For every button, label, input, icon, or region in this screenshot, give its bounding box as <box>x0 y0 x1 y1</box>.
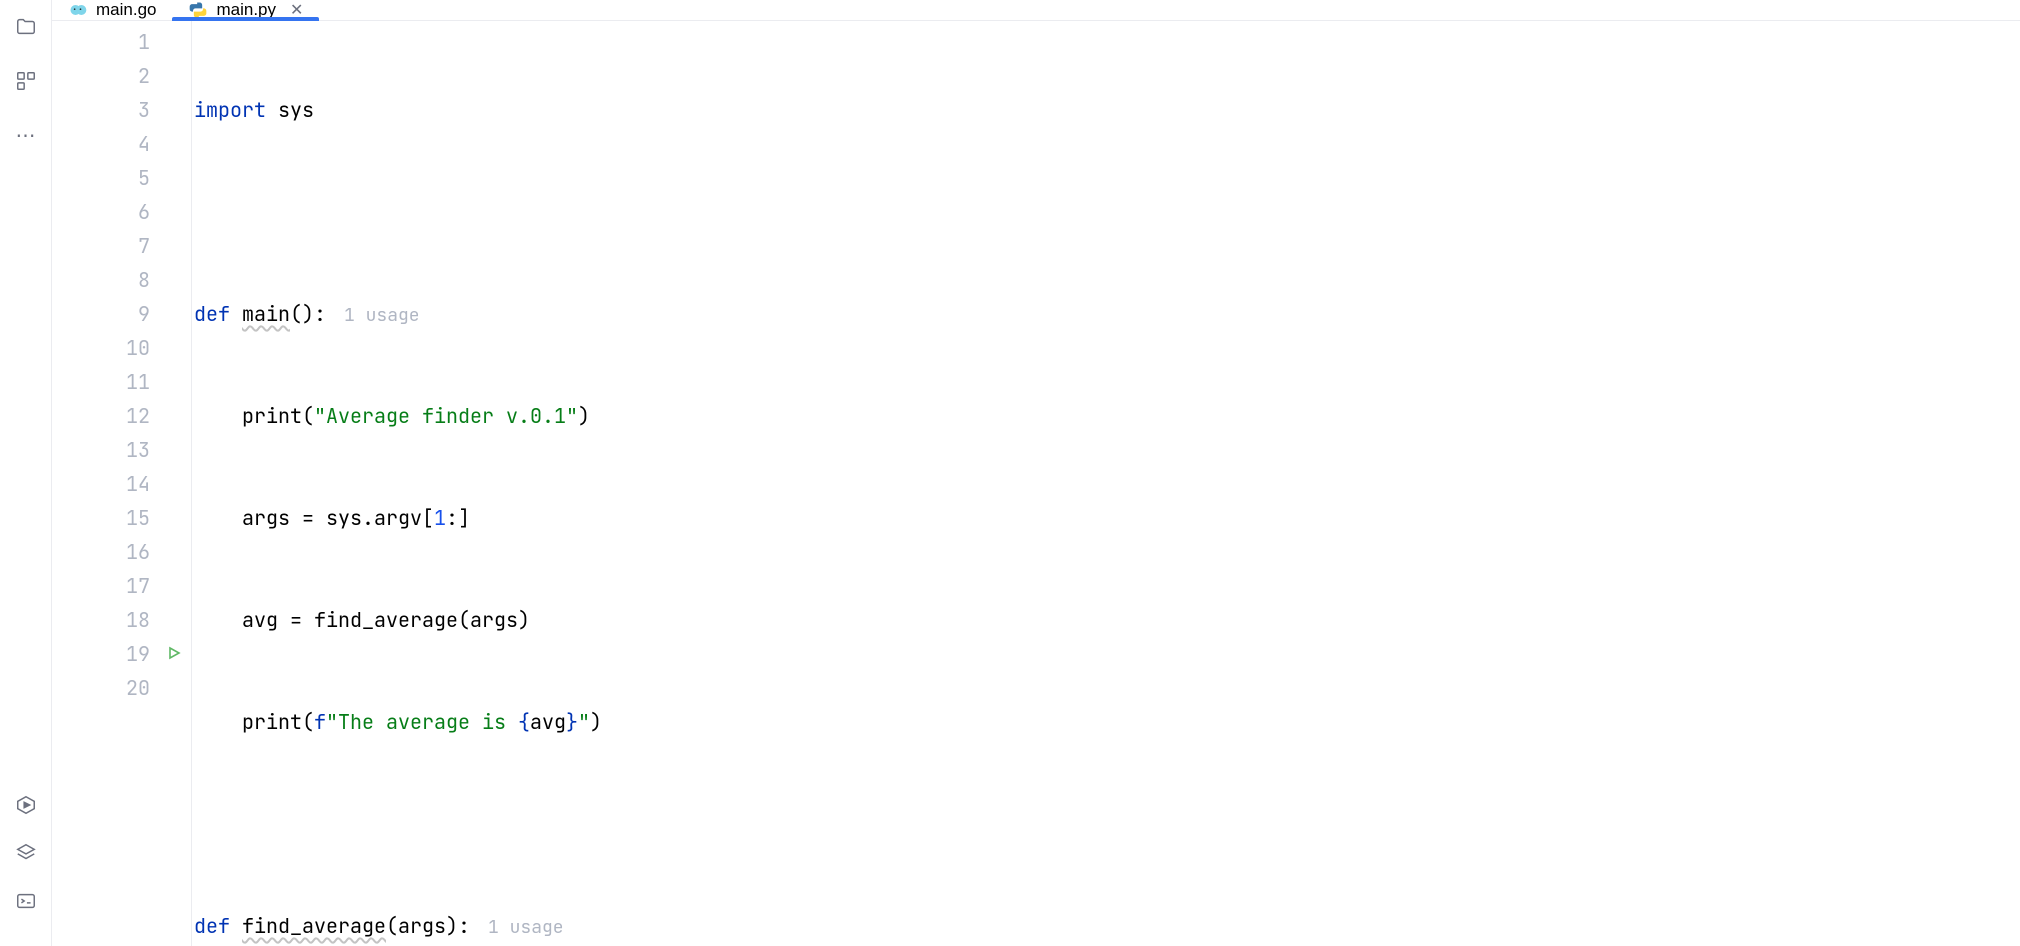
code-area[interactable]: import sys def main():1 usage print("Ave… <box>192 21 2020 946</box>
ide-root: ⋯ main.go <box>0 0 2020 946</box>
tab-main-go[interactable]: main.go <box>52 0 172 20</box>
line-number: 3 <box>52 93 192 127</box>
code-editor[interactable]: 1 2 3 4 5 6 7 8 9 10 11 12 13 14 15 16 1… <box>52 21 2020 946</box>
line-number: 1 <box>52 25 192 59</box>
tab-label: main.py <box>216 0 276 20</box>
line-number: 12 <box>52 399 192 433</box>
structure-icon[interactable] <box>13 68 39 94</box>
python-file-icon <box>188 0 208 20</box>
line-number: 14 <box>52 467 192 501</box>
project-icon[interactable] <box>13 14 39 40</box>
line-number: 19 <box>52 637 192 671</box>
line-number: 4 <box>52 127 192 161</box>
line-number: 11 <box>52 365 192 399</box>
line-number: 18 <box>52 603 192 637</box>
line-number: 20 <box>52 671 192 705</box>
line-number: 13 <box>52 433 192 467</box>
code-line[interactable]: import sys <box>192 93 2020 127</box>
code-line[interactable]: avg = find_average(args) <box>192 603 2020 637</box>
line-number: 17 <box>52 569 192 603</box>
bottom-tool-icons <box>13 792 39 946</box>
terminal-icon[interactable] <box>13 888 39 914</box>
line-number: 5 <box>52 161 192 195</box>
line-number: 15 <box>52 501 192 535</box>
line-number: 16 <box>52 535 192 569</box>
code-line[interactable]: def find_average(args):1 usage <box>192 909 2020 943</box>
line-number: 8 <box>52 263 192 297</box>
tab-label: main.go <box>96 0 156 20</box>
code-line[interactable] <box>192 807 2020 841</box>
line-number: 7 <box>52 229 192 263</box>
close-icon[interactable]: ✕ <box>290 0 303 20</box>
go-file-icon <box>68 0 88 20</box>
run-gutter-icon[interactable] <box>166 637 182 671</box>
services-icon[interactable] <box>13 792 39 818</box>
line-number: 10 <box>52 331 192 365</box>
tab-main-py[interactable]: main.py ✕ <box>172 0 319 20</box>
tool-sidebar: ⋯ <box>0 0 52 946</box>
tab-bar: main.go main.py ✕ <box>52 0 2020 21</box>
code-line[interactable]: args = sys.argv[1:] <box>192 501 2020 535</box>
layers-icon[interactable] <box>13 840 39 866</box>
usage-hint[interactable]: 1 usage <box>488 916 564 939</box>
code-line[interactable]: print("Average finder v.0.1") <box>192 399 2020 433</box>
line-number: 2 <box>52 59 192 93</box>
more-icon[interactable]: ⋯ <box>13 122 39 148</box>
line-number: 6 <box>52 195 192 229</box>
editor-main: main.go main.py ✕ 1 2 3 4 5 6 7 8 9 <box>52 0 2020 946</box>
line-number: 9 <box>52 297 192 331</box>
code-line[interactable]: def main():1 usage <box>192 297 2020 331</box>
line-number-gutter: 1 2 3 4 5 6 7 8 9 10 11 12 13 14 15 16 1… <box>52 21 192 946</box>
code-line[interactable]: print(f"The average is {avg}") <box>192 705 2020 739</box>
usage-hint[interactable]: 1 usage <box>344 304 420 327</box>
code-line[interactable] <box>192 195 2020 229</box>
